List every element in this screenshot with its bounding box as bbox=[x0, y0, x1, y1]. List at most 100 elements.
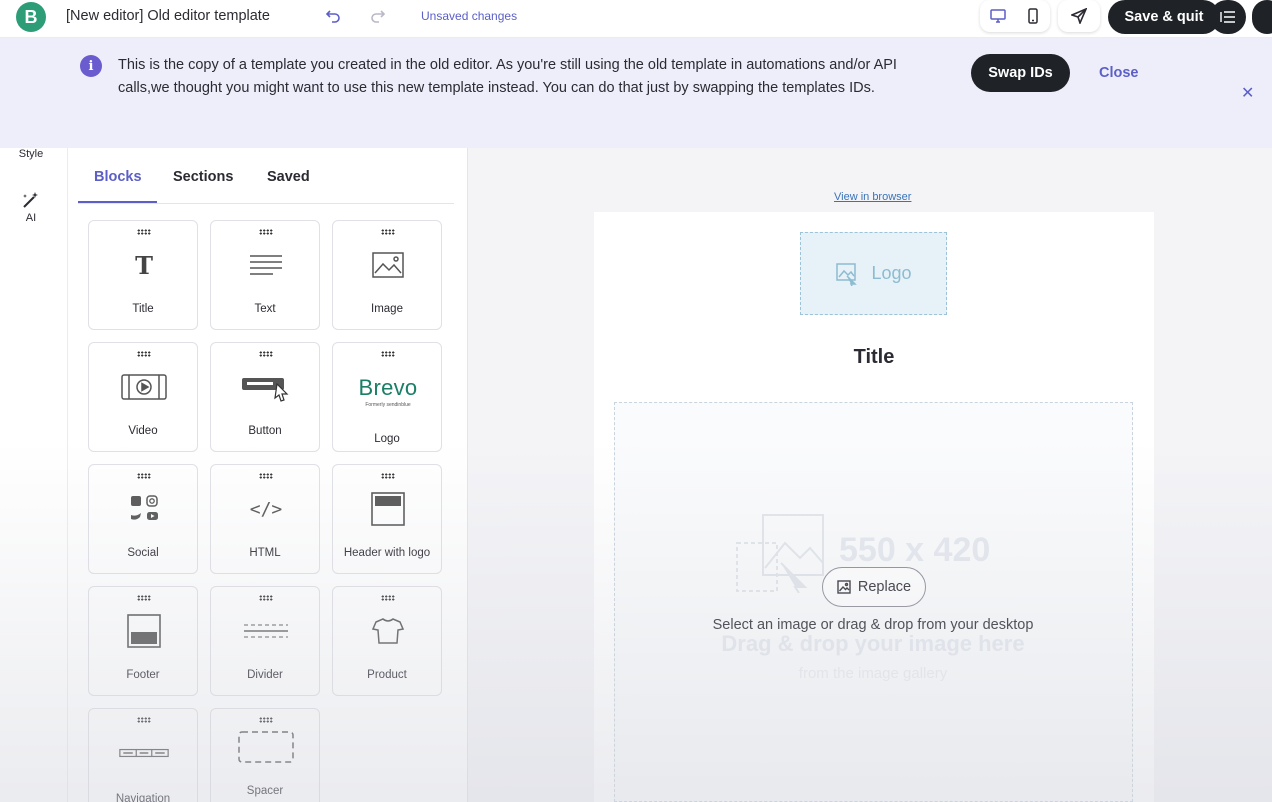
tab-blocks[interactable]: Blocks bbox=[94, 169, 142, 185]
send-test-icon[interactable] bbox=[1058, 0, 1100, 32]
template-title[interactable]: [New editor] Old editor template bbox=[66, 8, 270, 24]
save-and-quit-button[interactable]: Save & quit bbox=[1108, 0, 1220, 34]
block-label: Spacer bbox=[246, 785, 284, 797]
logo-placeholder[interactable]: Logo bbox=[800, 232, 947, 315]
block-label: Text bbox=[254, 303, 276, 315]
brevo-wordmark: Brevo bbox=[358, 374, 418, 400]
drag-handle-icon[interactable] bbox=[137, 473, 151, 479]
image-icon bbox=[837, 580, 851, 594]
block-video[interactable]: Video bbox=[88, 342, 198, 452]
view-in-browser-link[interactable]: View in browser bbox=[834, 191, 911, 203]
drag-handle-icon[interactable] bbox=[137, 229, 151, 235]
select-image-text: Select an image or drag & drop from your… bbox=[712, 617, 1034, 633]
chat-icon[interactable] bbox=[1252, 0, 1272, 34]
text-icon bbox=[241, 247, 291, 283]
block-label: Divider bbox=[247, 669, 283, 681]
block-label: Header with logo bbox=[343, 547, 431, 559]
close-banner-link[interactable]: Close bbox=[1099, 65, 1139, 81]
block-image[interactable]: Image bbox=[332, 220, 442, 330]
block-label: Image bbox=[371, 303, 403, 315]
email-body: Logo Title 550 x 420 Drag & drop your im… bbox=[594, 212, 1154, 802]
title-icon: T bbox=[135, 250, 153, 280]
divider-icon bbox=[241, 613, 291, 649]
drag-handle-icon[interactable] bbox=[259, 595, 273, 601]
info-banner: i This is the copy of a template you cre… bbox=[0, 38, 1272, 148]
footer-icon bbox=[119, 613, 169, 649]
block-label: Logo bbox=[374, 433, 400, 445]
block-label: HTML bbox=[249, 547, 281, 559]
button-icon bbox=[241, 369, 291, 405]
image-placeholder-icon bbox=[836, 262, 858, 286]
banner-message: This is the copy of a template you creat… bbox=[118, 57, 897, 96]
block-product[interactable]: Product bbox=[332, 586, 442, 696]
image-dropzone[interactable]: 550 x 420 Drag & drop your image here fr… bbox=[614, 402, 1133, 802]
image-dimensions: 550 x 420 bbox=[839, 531, 991, 569]
tab-saved[interactable]: Saved bbox=[267, 169, 310, 185]
email-title[interactable]: Title bbox=[594, 346, 1154, 369]
active-tab-indicator bbox=[78, 201, 157, 203]
drag-handle-icon[interactable] bbox=[381, 473, 395, 479]
blocks-panel: Blocks Sections Saved T Title Text Image… bbox=[68, 148, 468, 802]
magic-wand-icon[interactable] bbox=[21, 190, 41, 210]
redo-icon[interactable] bbox=[368, 6, 388, 26]
image-ghost-icon bbox=[736, 514, 824, 593]
drag-handle-icon[interactable] bbox=[259, 351, 273, 357]
navigation-icon bbox=[119, 735, 169, 771]
mobile-preview-icon[interactable] bbox=[1015, 0, 1050, 32]
style-tab[interactable]: Style bbox=[0, 148, 62, 160]
block-spacer[interactable]: Spacer bbox=[210, 708, 320, 802]
drag-handle-icon[interactable] bbox=[381, 229, 395, 235]
drag-handle-icon[interactable] bbox=[137, 351, 151, 357]
ai-tab[interactable]: AI bbox=[0, 212, 62, 224]
block-header-with-logo[interactable]: Header with logo bbox=[332, 464, 442, 574]
menu-list-icon[interactable] bbox=[1210, 0, 1246, 34]
info-icon: i bbox=[80, 55, 102, 77]
block-label: Video bbox=[128, 425, 158, 437]
block-navigation[interactable]: Navigation bbox=[88, 708, 198, 802]
brevo-logo[interactable]: B bbox=[16, 2, 46, 32]
drag-handle-icon[interactable] bbox=[381, 351, 395, 357]
panel-tabs: Blocks Sections Saved bbox=[78, 148, 454, 204]
social-icon bbox=[119, 491, 169, 527]
block-title[interactable]: T Title bbox=[88, 220, 198, 330]
html-icon: </> bbox=[249, 498, 283, 520]
drag-handle-icon[interactable] bbox=[137, 717, 151, 723]
block-html[interactable]: </> HTML bbox=[210, 464, 320, 574]
image-icon bbox=[363, 247, 413, 283]
drag-handle-icon[interactable] bbox=[259, 473, 273, 479]
product-icon bbox=[363, 613, 413, 649]
brevo-sub: Formerly sendinblue bbox=[365, 401, 411, 408]
logo-icon: Brevo Formerly sendinblue bbox=[343, 373, 433, 409]
block-label: Button bbox=[248, 425, 282, 437]
block-label: Product bbox=[367, 669, 407, 681]
block-social[interactable]: Social bbox=[88, 464, 198, 574]
replace-label: Replace bbox=[857, 579, 912, 595]
video-icon bbox=[119, 369, 169, 405]
drag-handle-icon[interactable] bbox=[381, 595, 395, 601]
gallery-hint: from the image gallery bbox=[798, 665, 948, 682]
block-button[interactable]: Button bbox=[210, 342, 320, 452]
unsaved-status: Unsaved changes bbox=[421, 9, 518, 23]
drag-handle-icon[interactable] bbox=[259, 717, 273, 723]
drag-handle-icon[interactable] bbox=[137, 595, 151, 601]
header-with-logo-icon bbox=[363, 491, 413, 527]
block-label: Footer bbox=[126, 669, 160, 681]
block-footer[interactable]: Footer bbox=[88, 586, 198, 696]
block-divider[interactable]: Divider bbox=[210, 586, 320, 696]
block-label: Navigation bbox=[115, 793, 171, 802]
spacer-icon bbox=[235, 729, 297, 765]
replace-image-button[interactable]: Replace bbox=[822, 567, 926, 607]
drag-handle-icon[interactable] bbox=[259, 229, 273, 235]
drag-drop-hint: Drag & drop your image here bbox=[721, 631, 1025, 656]
swap-ids-button[interactable]: Swap IDs bbox=[971, 54, 1070, 92]
close-icon[interactable]: ✕ bbox=[1241, 83, 1254, 103]
device-toggle bbox=[980, 0, 1050, 32]
block-label: Social bbox=[127, 547, 159, 559]
block-text[interactable]: Text bbox=[210, 220, 320, 330]
tab-sections[interactable]: Sections bbox=[173, 169, 233, 185]
undo-icon[interactable] bbox=[323, 6, 343, 26]
desktop-preview-icon[interactable] bbox=[980, 0, 1015, 32]
logo-placeholder-label: Logo bbox=[871, 263, 912, 283]
block-logo[interactable]: Brevo Formerly sendinblue Logo bbox=[332, 342, 442, 452]
left-rail: Style AI bbox=[0, 148, 68, 802]
